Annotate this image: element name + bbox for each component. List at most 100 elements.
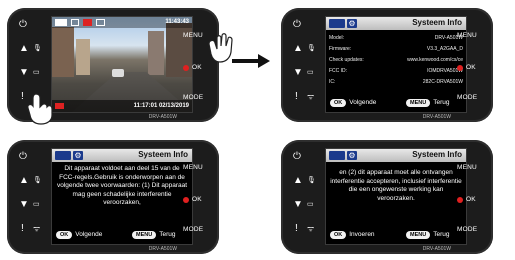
sd-card-icon [71,19,79,26]
ok-label: OK [466,196,476,203]
camera-bottom-bar: 11:17:01 02/13/2019 [52,100,192,112]
microphone-icon: 🎙 [307,177,316,184]
menu-hint: MENU Terug [132,231,175,241]
event-button[interactable]: ! [21,224,24,234]
down-button[interactable]: ▼ [293,68,303,78]
ok-hint-label: Invoeren [349,231,375,238]
fcc-message: en (2) dit apparaat moet alle ontvangen … [330,169,462,202]
menu-button[interactable]: MENU [183,32,203,39]
menu-hint-label: Terug [433,231,450,238]
up-button[interactable]: ▲ [293,44,303,54]
screen-icon: ▭ [33,201,40,208]
microphone-icon: 🎙 [307,45,316,52]
system-info-screen: ⚙ Systeem Info en (2) dit apparaat moet … [325,148,467,245]
screen-icon: ▭ [33,69,40,76]
microphone-icon: 🎙 [33,45,42,52]
fcc-message: Dit apparaat voldoet aan deel 15 van de … [56,165,188,206]
power-button[interactable]: ⏻ [19,20,27,30]
mode-button[interactable]: MODE [183,94,203,101]
info-key: Model: [329,35,345,41]
down-button[interactable]: ▼ [293,200,303,210]
gear-icon: ⚙ [73,151,83,160]
info-row-firmware: Firmware: V3.3_A2GAA_D [329,45,463,54]
mode-button[interactable]: MODE [183,226,203,233]
gear-icon: ⚙ [347,19,357,28]
screen-icon: ▭ [307,201,314,208]
ok-hint: OK Invoeren [330,231,375,241]
info-header: ⚙ Systeem Info [326,149,466,162]
ok-key[interactable]: OK [56,231,73,239]
ok-button[interactable] [183,65,189,71]
right-button-column: MENU OK MODE [457,150,487,246]
menu-hint-label: Terug [433,99,450,106]
menu-button[interactable]: MENU [457,32,477,39]
menu-key[interactable]: MENU [406,99,431,107]
info-row-model: Model: DRV-A501W [329,34,463,43]
ok-key[interactable]: OK [330,99,347,107]
info-row-updates: Check updates: www.kenwood.com/cs/ce [329,56,463,65]
model-label: DRV-A501W [422,114,451,120]
screen-icon: ▭ [307,69,314,76]
event-record-icon [55,103,64,109]
up-button[interactable]: ▲ [19,44,29,54]
menu-key[interactable]: MENU [132,231,157,239]
mode-button[interactable]: MODE [457,94,477,101]
gps-icon [96,19,105,26]
menu-hint-label: Terug [159,231,176,238]
info-key: Firmware: [329,46,352,52]
right-button-column: MENU OK MODE [457,18,487,114]
ok-hint: OK Volgende [56,231,102,241]
mode-button[interactable]: MODE [457,226,477,233]
left-button-column: ⏻ ▲ 🎙 ▼ ▭ ! ᯤ [293,20,319,112]
ok-button[interactable] [183,197,189,203]
up-button[interactable]: ▲ [19,176,29,186]
menu-button[interactable]: MENU [183,164,203,171]
info-header: ⚙ Systeem Info [52,149,192,162]
left-button-column: ⏻ ▲ 🎙 ▼ ▭ ! ᯤ [19,152,45,244]
up-button[interactable]: ▲ [293,176,303,186]
menu-hint: MENU Terug [406,99,449,109]
down-button[interactable]: ▼ [19,200,29,210]
menu-hint: MENU Terug [406,231,449,241]
event-button[interactable]: ! [295,92,298,102]
dashcam-device-4: ⏻ ▲ 🎙 ▼ ▭ ! ᯤ ⚙ Systeem Info en (2) dit … [281,140,493,254]
menu-button[interactable]: MENU [457,164,477,171]
info-key: Check updates: [329,57,364,63]
ok-hint: OK Volgende [330,99,376,109]
dashcam-device-2: ⏻ ▲ 🎙 ▼ ▭ ! ᯤ ⚙ Systeem Info Model: DRV-… [281,8,493,122]
wifi-icon: ᯤ [33,224,41,233]
ok-button[interactable] [457,65,463,71]
power-button[interactable]: ⏻ [19,152,27,162]
system-info-screen: ⚙ Systeem Info Model: DRV-A501W Firmware… [325,16,467,113]
page-title: Systeem Info [412,18,462,27]
gear-icon: ⚙ [347,151,357,160]
camera-screen: 11:43:43 11:17:01 02/13/2019 [51,16,193,113]
down-button[interactable]: ▼ [19,68,29,78]
record-icon [83,19,92,26]
wifi-icon: ᯤ [307,224,315,233]
ok-key[interactable]: OK [330,231,347,239]
info-header: ⚙ Systeem Info [326,17,466,30]
hand-pointer-icon-2 [27,93,53,125]
menu-key[interactable]: MENU [406,231,431,239]
info-key: FCC ID: [329,68,348,74]
ok-button[interactable] [457,197,463,203]
ok-label: OK [192,196,202,203]
page-title: Systeem Info [412,150,462,159]
power-button[interactable]: ⏻ [293,20,301,30]
model-label: DRV-A501W [148,114,177,120]
wifi-icon: ᯤ [307,92,315,101]
system-info-screen: ⚙ Systeem Info Dit apparaat voldoet aan … [51,148,193,245]
left-button-column: ⏻ ▲ 🎙 ▼ ▭ ! ᯤ [293,152,319,244]
dashcam-device-3: ⏻ ▲ 🎙 ▼ ▭ ! ᯤ ⚙ Systeem Info Dit apparaa… [7,140,219,254]
info-value: www.kenwood.com/cs/ce [407,57,463,63]
ok-label: OK [192,64,202,71]
camera-live-view [52,17,192,112]
microphone-icon: 🎙 [33,177,42,184]
camera-mode-icon [55,19,67,26]
event-button[interactable]: ! [295,224,298,234]
power-button[interactable]: ⏻ [293,152,301,162]
ok-label: OK [466,64,476,71]
camera-timestamp: 11:17:01 02/13/2019 [133,103,189,109]
camera-icon [329,19,345,28]
